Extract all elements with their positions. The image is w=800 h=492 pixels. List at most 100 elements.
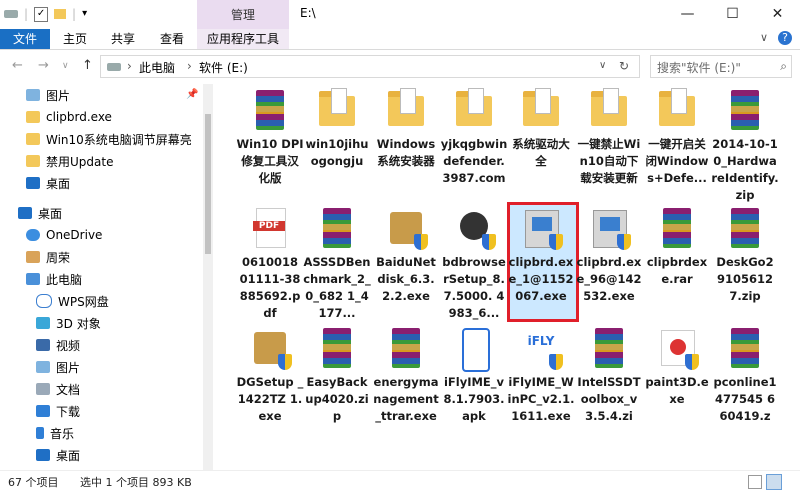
- separator: |: [24, 7, 29, 21]
- sidebar-item-pictures[interactable]: 图片: [36, 356, 80, 378]
- sidebar-item-label: 图片: [56, 360, 81, 375]
- new-folder-icon[interactable]: [54, 9, 67, 19]
- quick-access-desktop[interactable]: 桌面: [26, 172, 70, 194]
- details-view-icon[interactable]: [748, 475, 762, 489]
- file-item[interactable]: 系统驱动大全: [507, 86, 575, 170]
- minimize-button[interactable]: —: [665, 0, 710, 29]
- drive-icon[interactable]: [4, 10, 18, 18]
- sidebar-item-downloads[interactable]: 下载: [36, 400, 80, 422]
- file-item[interactable]: paint3D.exe: [643, 324, 711, 408]
- file-item[interactable]: clipbrd.exe_1@1152067.exe: [507, 204, 575, 305]
- quick-access-disable-update[interactable]: 禁用Update: [26, 150, 113, 172]
- file-item[interactable]: Win10 DPI修复工具汉化版: [236, 86, 304, 187]
- search-icon[interactable]: ⌕: [780, 59, 787, 74]
- tab-file[interactable]: 文件: [0, 29, 50, 49]
- quick-access-pictures[interactable]: 图片: [26, 84, 70, 106]
- drive-icon: [107, 63, 121, 71]
- file-item[interactable]: 一键禁止Win10自动下载安装更新: [575, 86, 643, 187]
- up-arrow-icon[interactable]: ↑: [82, 58, 93, 73]
- file-name: iFlyIME_v8.1.7903.apk: [443, 375, 505, 423]
- forward-arrow-icon[interactable]: →: [38, 58, 49, 73]
- file-item[interactable]: EasyBackup4020.zip: [303, 324, 371, 425]
- file-name: Win10 DPI修复工具汉化版: [236, 137, 304, 185]
- file-item[interactable]: 一键开启关闭Windows+Defe...: [643, 86, 711, 187]
- file-name: win10jihuogongju: [305, 137, 369, 168]
- file-item[interactable]: iFlyIME_v8.1.7903.apk: [440, 324, 508, 425]
- file-item[interactable]: ASSSDBenchmark_2_0_682 1_4177...: [303, 204, 371, 322]
- sidebar-item-music[interactable]: 音乐: [36, 422, 74, 444]
- desktop-icon: [26, 177, 40, 189]
- title-bar: | ✓ | ▾ 管理 E:\ — ☐ ✕: [0, 0, 800, 29]
- customize-toolbar-icon[interactable]: ▾: [82, 6, 87, 22]
- file-item[interactable]: 2014-10-10_HardwareIdentify.zip: [711, 86, 779, 204]
- tab-application-tools[interactable]: 应用程序工具: [197, 29, 289, 49]
- file-item[interactable]: pconline1477545 660419.z: [711, 324, 779, 425]
- file-item[interactable]: win10jihuogongju: [303, 86, 371, 170]
- file-name: IntelSSDToolbox_v3.5.4.zi: [577, 375, 641, 423]
- file-name: 2014-10-10_HardwareIdentify.zip: [711, 137, 779, 202]
- quick-access-clipbrd[interactable]: clipbrd.exe: [26, 106, 112, 128]
- file-item[interactable]: bdbrowserSetup_8.7.5000. 4983_6...: [440, 204, 508, 322]
- file-item[interactable]: PDF 0610018 01111-38 885692.p df: [236, 204, 304, 322]
- recent-locations-icon[interactable]: ∨: [62, 61, 69, 71]
- large-icons-view-icon[interactable]: [766, 474, 782, 490]
- breadcrumb-drive-e[interactable]: 软件 (E:): [199, 59, 248, 76]
- sidebar-item-label: 此电脑: [46, 272, 83, 287]
- folder-icon: [313, 86, 361, 134]
- file-name: clipbrd.exe_96@142532.exe: [576, 255, 642, 303]
- search-box[interactable]: 搜索"软件 (E:)" ⌕: [650, 55, 792, 78]
- file-name: Windows系统安装器: [376, 137, 436, 168]
- window-controls: — ☐ ✕: [665, 0, 800, 29]
- manage-context-label: 管理: [230, 8, 255, 22]
- address-dropdown-icon[interactable]: ∨: [599, 60, 606, 71]
- file-name: clipbrdexe.rar: [646, 255, 708, 286]
- refresh-icon[interactable]: ↻: [619, 59, 629, 73]
- tab-share[interactable]: 共享: [98, 29, 148, 49]
- sidebar-item-desktop-2[interactable]: 桌面: [36, 444, 80, 466]
- rar-archive-icon: [721, 204, 769, 252]
- breadcrumb-this-pc[interactable]: 此电脑: [139, 59, 175, 76]
- tab-view[interactable]: 查看: [148, 29, 196, 49]
- rar-archive-icon: [313, 204, 361, 252]
- sidebar-item-user[interactable]: 周荣: [26, 246, 70, 268]
- close-button[interactable]: ✕: [755, 0, 800, 29]
- sidebar-item-wps-cloud[interactable]: WPS网盘: [36, 290, 109, 312]
- scrollbar-thumb[interactable]: [205, 114, 211, 254]
- file-item[interactable]: yjkqgbwindefender.3987.com: [440, 86, 508, 187]
- address-bar[interactable]: › 此电脑 › 软件 (E:) ∨ ↻: [100, 55, 640, 78]
- help-icon[interactable]: ?: [778, 31, 792, 45]
- file-name: DGSetup _1422TZ 1.exe: [236, 375, 304, 423]
- file-item[interactable]: DeskGo2 91056127.zip: [711, 204, 779, 305]
- tab-home[interactable]: 主页: [52, 29, 98, 49]
- folder-icon: [450, 86, 498, 134]
- file-item[interactable]: BaiduNetdisk_6.3.2.2.exe: [372, 204, 440, 305]
- paint-installer-icon: [653, 324, 701, 372]
- file-item[interactable]: Windows系统安装器: [372, 86, 440, 170]
- file-item[interactable]: iFLY iFlyIME_WinPC_v2.1.1611.exe: [507, 324, 575, 425]
- rar-archive-icon: [721, 324, 769, 372]
- sidebar-scrollbar[interactable]: [203, 84, 213, 470]
- sidebar-item-onedrive[interactable]: OneDrive: [26, 224, 102, 246]
- file-name: 一键禁止Win10自动下载安装更新: [577, 137, 641, 185]
- maximize-button[interactable]: ☐: [710, 0, 755, 29]
- manage-context-tab[interactable]: 管理: [197, 0, 289, 29]
- file-item[interactable]: clipbrdexe.rar: [643, 204, 711, 288]
- properties-icon[interactable]: ✓: [34, 6, 49, 22]
- sidebar-item-documents[interactable]: 文档: [36, 378, 80, 400]
- sidebar-item-3d-objects[interactable]: 3D 对象: [36, 312, 101, 334]
- file-item[interactable]: IntelSSDToolbox_v3.5.4.zi: [575, 324, 643, 425]
- breadcrumb-separator: ›: [127, 59, 132, 73]
- back-arrow-icon[interactable]: ←: [12, 58, 23, 73]
- folder-icon: [653, 86, 701, 134]
- file-item[interactable]: DGSetup _1422TZ 1.exe: [236, 324, 304, 425]
- quick-access-win10-brightness[interactable]: Win10系统电脑调节屏幕亮: [26, 128, 192, 150]
- sidebar-item-videos[interactable]: 视频: [36, 334, 80, 356]
- file-item[interactable]: energymanagement_ttrar.exe: [372, 324, 440, 425]
- sidebar-item-this-pc[interactable]: 此电脑: [26, 268, 82, 290]
- ribbon-expand-icon[interactable]: ∨: [760, 31, 768, 45]
- status-bar: 67 个项目 选中 1 个项目 893 KB: [0, 470, 800, 492]
- file-item[interactable]: clipbrd.exe_96@142532.exe: [575, 204, 643, 305]
- sidebar-item-desktop[interactable]: 桌面: [18, 202, 62, 224]
- sidebar-item-label: Win10系统电脑调节屏幕亮: [46, 132, 192, 147]
- desktop-icon: [18, 207, 32, 219]
